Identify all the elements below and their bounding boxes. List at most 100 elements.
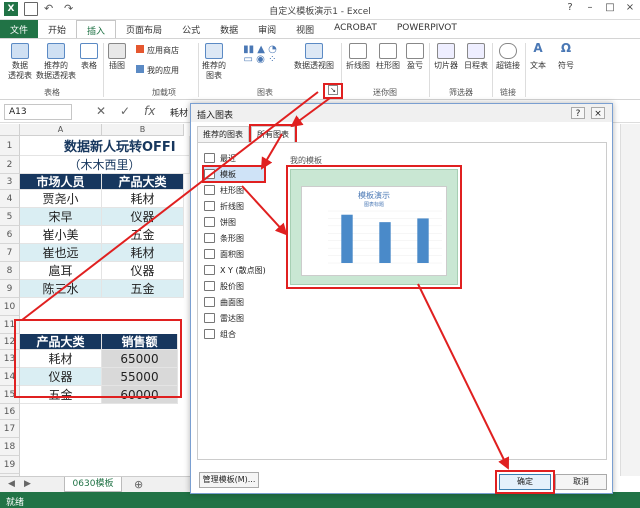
my-apps-button[interactable]: 我的应用 [136, 65, 192, 76]
chart-gallery-icons[interactable]: ▮▮ ▲ ◔ ▭ ◉ ⁘ [230, 45, 290, 65]
text-button[interactable]: A 文本 [528, 42, 548, 71]
sheet-tab-0630[interactable]: 0630模板 [64, 477, 122, 492]
pivot-chart-button[interactable]: 数据透视图 [292, 43, 336, 71]
table-cell[interactable]: 五金 [20, 386, 102, 404]
table-cell[interactable]: 贾尧小 [20, 190, 102, 208]
table-cell[interactable]: 崔小美 [20, 226, 102, 244]
slicer-button[interactable]: 切片器 [432, 43, 460, 71]
column-header-b[interactable]: B [102, 124, 184, 136]
table-cell[interactable]: 仪器 [20, 368, 102, 386]
dialog-close-button[interactable]: × [591, 107, 605, 119]
row-header[interactable]: 3 [0, 174, 20, 190]
column-header-a[interactable]: A [20, 124, 102, 136]
chart-type-item[interactable]: 面积图 [204, 247, 244, 261]
close-icon[interactable]: × [620, 2, 640, 13]
table-cell[interactable]: 五金 [102, 280, 184, 298]
row-header[interactable]: 7 [0, 244, 20, 262]
cancel-button[interactable]: 取消 [555, 474, 607, 490]
timeline-button[interactable]: 日程表 [462, 43, 490, 71]
table-button[interactable]: 表格 [78, 43, 100, 71]
tab-review[interactable]: 审阅 [248, 20, 286, 38]
minimize-icon[interactable]: – [580, 2, 600, 13]
tab-page-layout[interactable]: 页面布局 [116, 20, 172, 38]
sparkline-line-button[interactable]: 折线图 [344, 43, 372, 71]
row-header[interactable]: 18 [0, 438, 20, 456]
row-header[interactable]: 9 [0, 280, 20, 298]
row-header[interactable]: 5 [0, 208, 20, 226]
scroll-right-icon[interactable]: ▶ [24, 479, 31, 489]
table-cell[interactable]: 五金 [102, 226, 184, 244]
cancel-entry-icon[interactable]: ✕ [96, 104, 106, 118]
chart-type-item[interactable]: X Y (散点图) [204, 263, 266, 277]
hyperlink-button[interactable]: 超链接 [494, 43, 522, 71]
sparkline-winloss-button[interactable]: 盈亏 [404, 43, 426, 71]
chart-type-item[interactable]: 条形图 [204, 231, 244, 245]
tab-recommended-charts[interactable]: 推荐的图表 [197, 126, 249, 143]
tab-home[interactable]: 开始 [38, 20, 76, 38]
chart-type-item[interactable]: 雷达图 [204, 311, 244, 325]
table-cell[interactable]: 55000 [102, 368, 178, 386]
row-header[interactable]: 8 [0, 262, 20, 280]
tab-file[interactable]: 文件 [0, 20, 39, 38]
chart-type-item[interactable]: 模板 [202, 165, 266, 183]
row-header[interactable]: 16 [0, 404, 20, 420]
template-thumbnail[interactable]: 模板演示 图表标题 [286, 165, 462, 289]
table-cell[interactable]: 扈耳 [20, 262, 102, 280]
insert-function-icon[interactable]: fx [144, 104, 155, 118]
sheet-subtitle[interactable]: （木木西里） [20, 156, 190, 174]
tab-acrobat[interactable]: ACROBAT [324, 20, 387, 38]
tab-data[interactable]: 数据 [210, 20, 248, 38]
row-header[interactable]: 11 [0, 316, 20, 334]
chart-type-item[interactable]: 股价图 [204, 279, 244, 293]
row-header[interactable]: 17 [0, 420, 20, 438]
chart-type-item[interactable]: 折线图 [204, 199, 244, 213]
tab-view[interactable]: 视图 [286, 20, 324, 38]
maximize-icon[interactable]: □ [600, 2, 620, 13]
recommended-charts-button[interactable]: 推荐的 图表 [200, 43, 228, 81]
row-header[interactable]: 12 [0, 334, 20, 350]
table-cell[interactable]: 耗材 [102, 244, 184, 262]
chart-type-item[interactable]: 组合 [204, 327, 236, 341]
row-header[interactable]: 10 [0, 298, 20, 316]
chart-type-item[interactable]: 最近 [204, 151, 236, 165]
sparkline-column-button[interactable]: 柱形图 [374, 43, 402, 71]
chart-type-item[interactable]: 曲面图 [204, 295, 244, 309]
table-cell[interactable]: 耗材 [20, 350, 102, 368]
manage-templates-button[interactable]: 管理模板(M)... [199, 472, 259, 488]
add-sheet-icon[interactable]: ⊕ [134, 478, 143, 491]
table-cell[interactable]: 65000 [102, 350, 178, 368]
ok-button[interactable]: 确定 [495, 470, 555, 494]
row-header[interactable]: 19 [0, 456, 20, 474]
tab-all-charts[interactable]: 所有图表 [249, 124, 297, 145]
name-box[interactable]: A13 [4, 104, 72, 120]
table-header-cell[interactable]: 产品大类 [102, 174, 184, 190]
row-header[interactable]: 14 [0, 368, 20, 386]
confirm-entry-icon[interactable]: ✓ [120, 104, 130, 118]
table-cell[interactable]: 宋早 [20, 208, 102, 226]
table-cell[interactable]: 60000 [102, 386, 178, 404]
table-cell[interactable]: 崔也远 [20, 244, 102, 262]
help-icon[interactable]: ? [560, 2, 580, 13]
tab-insert[interactable]: 插入 [76, 20, 117, 38]
illustrations-button[interactable]: 插图 [106, 43, 128, 71]
table-cell[interactable]: 耗材 [102, 190, 184, 208]
row-header[interactable]: 15 [0, 386, 20, 404]
chart-dialog-launcher-icon[interactable]: ↘ [328, 85, 338, 95]
row-header[interactable]: 2 [0, 156, 20, 174]
row-header[interactable]: 6 [0, 226, 20, 244]
chart-type-item[interactable]: 饼图 [204, 215, 236, 229]
vertical-scrollbar[interactable] [620, 124, 640, 476]
table-header-cell[interactable]: 销售额 [102, 334, 178, 350]
table-header-cell[interactable]: 市场人员 [20, 174, 102, 190]
select-all-corner[interactable] [0, 124, 20, 136]
worksheet-grid[interactable]: A B 123456789101112131415161718192021 数据… [0, 124, 190, 476]
table-cell[interactable]: 仪器 [102, 208, 184, 226]
tab-formulas[interactable]: 公式 [172, 20, 210, 38]
scroll-left-icon[interactable]: ◀ [8, 479, 15, 489]
sheet-title[interactable]: 数据新人玩转OFFI [20, 136, 190, 156]
recommended-pivot-button[interactable]: 推荐的 数据透视表 [36, 43, 76, 81]
table-cell[interactable]: 陈三水 [20, 280, 102, 298]
table-cell[interactable]: 仪器 [102, 262, 184, 280]
dialog-help-button[interactable]: ? [571, 107, 585, 119]
row-header[interactable]: 4 [0, 190, 20, 208]
